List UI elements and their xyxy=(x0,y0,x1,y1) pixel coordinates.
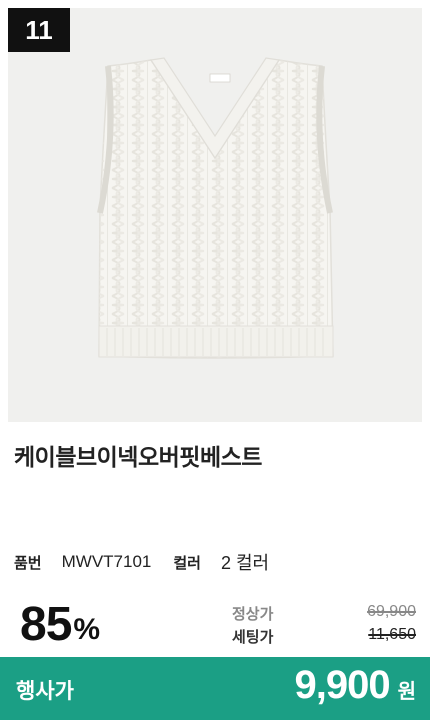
product-image-area[interactable]: 11 xyxy=(8,8,422,422)
set-price-label: 세팅가 xyxy=(232,628,274,646)
event-price: 9,900 원 xyxy=(294,663,416,708)
discount-value: 85 xyxy=(20,598,72,651)
regular-price: 69,900 xyxy=(367,603,416,620)
discount-rate: 85 % xyxy=(20,595,100,651)
knit-vest-image xyxy=(97,57,334,359)
regular-price-label: 정상가 xyxy=(232,605,274,623)
discount-unit: % xyxy=(73,613,101,646)
product-code: MWVT7101 xyxy=(61,552,152,571)
code-label: 품번 xyxy=(14,553,42,572)
rank-badge: 11 xyxy=(8,8,70,52)
set-price: 11,650 xyxy=(368,626,416,643)
event-price-label: 행사가 xyxy=(16,679,74,703)
color-label: 컬러 xyxy=(173,553,201,572)
event-price-value: 9,900 xyxy=(294,663,390,707)
product-name[interactable]: 케이블브이넥오버핏베스트 xyxy=(14,438,262,472)
product-meta: 품번 MWVT7101 컬러 2 컬러 xyxy=(14,548,269,576)
event-price-unit: 원 xyxy=(397,679,416,703)
color-count: 2 컬러 xyxy=(220,553,270,573)
event-price-bar[interactable]: 행사가 9,900 원 xyxy=(0,657,430,720)
